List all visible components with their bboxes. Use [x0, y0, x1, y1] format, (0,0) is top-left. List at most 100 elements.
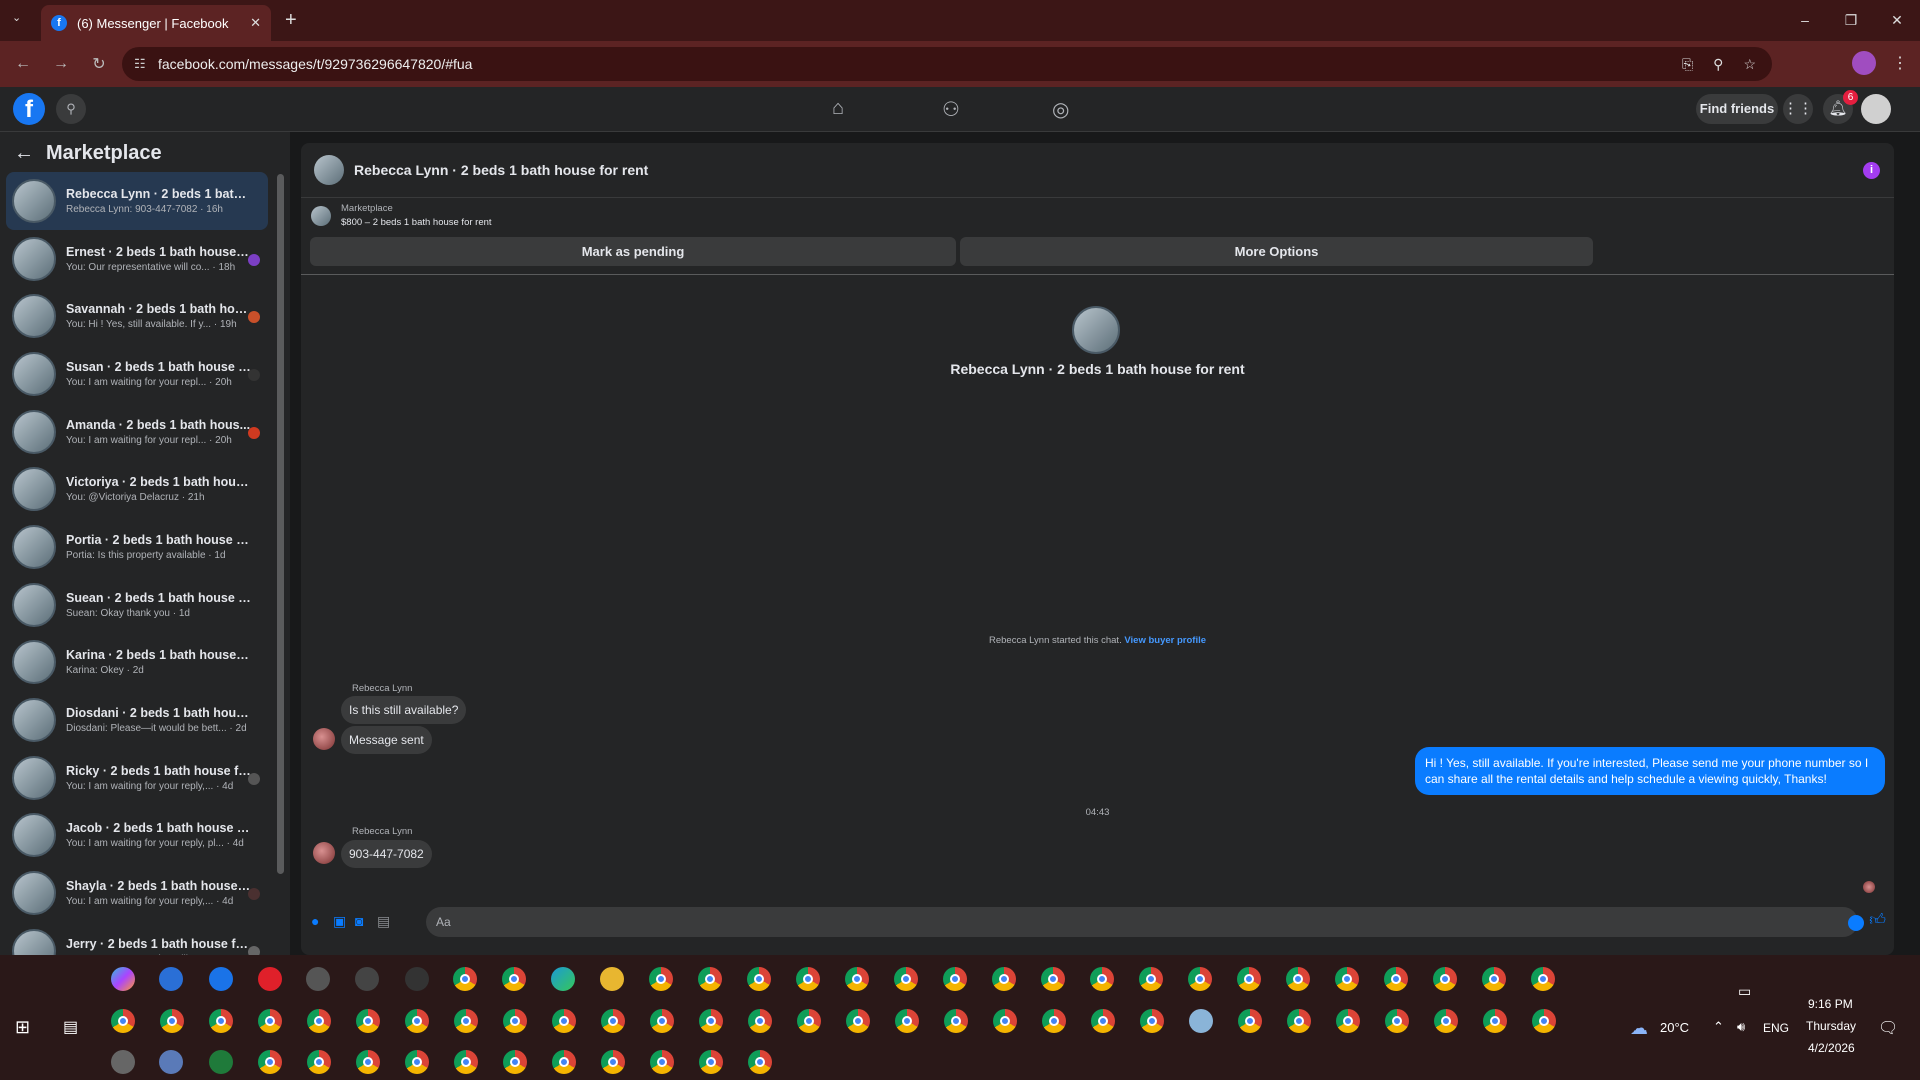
- incoming-message[interactable]: Message sent: [341, 726, 432, 754]
- mark-as-pending-button[interactable]: Mark as pending: [310, 237, 956, 266]
- conversation-item[interactable]: Portia · 2 beds 1 bath house for ... Port…: [6, 518, 268, 576]
- chrome-icon[interactable]: [993, 1009, 1017, 1033]
- message-input[interactable]: Aa: [426, 907, 1858, 937]
- chrome-icon[interactable]: [1237, 967, 1261, 991]
- find-friends-button[interactable]: Find friends: [1696, 94, 1778, 124]
- facebook-logo[interactable]: f: [13, 93, 45, 125]
- conversation-item[interactable]: Victoriya · 2 beds 1 bath house f... You:…: [6, 460, 268, 518]
- sender-avatar[interactable]: [313, 842, 335, 864]
- conversation-item[interactable]: Susan · 2 beds 1 bath house f... You: I a…: [6, 345, 268, 403]
- chrome-icon[interactable]: [111, 1009, 135, 1033]
- chrome-icon[interactable]: [1286, 967, 1310, 991]
- windows-start-icon[interactable]: ⊞: [15, 1017, 30, 1038]
- notepad-icon[interactable]: [1189, 1009, 1213, 1033]
- chrome-icon[interactable]: [1041, 967, 1065, 991]
- chrome-icon[interactable]: [846, 1009, 870, 1033]
- chrome-icon[interactable]: [1483, 1009, 1507, 1033]
- chrome-icon[interactable]: [1384, 967, 1408, 991]
- chrome-icon[interactable]: [748, 1009, 772, 1033]
- more-options-button[interactable]: More Options: [960, 237, 1593, 266]
- conversation-item[interactable]: Suean · 2 beds 1 bath house for ... Suean…: [6, 576, 268, 634]
- weather-cloud-icon[interactable]: ☁: [1630, 1018, 1648, 1039]
- sidebar-scrollbar[interactable]: [277, 174, 284, 874]
- chrome-icon[interactable]: [992, 967, 1016, 991]
- chrome-icon[interactable]: [1091, 1009, 1115, 1033]
- site-info-icon[interactable]: ☷: [134, 56, 146, 72]
- photo-icon[interactable]: ▣: [333, 913, 346, 930]
- tab-search-icon[interactable]: ⌄: [12, 11, 21, 24]
- emoji-icon[interactable]: [1848, 915, 1864, 931]
- chrome-icon[interactable]: [601, 1050, 625, 1074]
- chrome-icon[interactable]: [552, 1009, 576, 1033]
- chrome-icon[interactable]: [649, 967, 673, 991]
- excel-icon[interactable]: [209, 1050, 233, 1074]
- url-bar[interactable]: ☷ facebook.com/messages/t/92973629664782…: [122, 47, 1772, 81]
- chrome-icon[interactable]: [1140, 1009, 1164, 1033]
- file-explorer-icon[interactable]: [600, 967, 624, 991]
- chrome-icon[interactable]: [943, 967, 967, 991]
- chrome-icon[interactable]: [454, 1009, 478, 1033]
- clock-date[interactable]: 4/2/2026: [1808, 1041, 1855, 1055]
- chrome-icon[interactable]: [503, 1050, 527, 1074]
- chrome-icon[interactable]: [698, 967, 722, 991]
- chrome-icon[interactable]: [748, 1050, 772, 1074]
- new-tab-button[interactable]: +: [285, 9, 297, 32]
- zoom-icon[interactable]: ⚲: [1713, 56, 1723, 73]
- install-app-icon[interactable]: ⎘: [1682, 56, 1693, 73]
- minimize-button[interactable]: –: [1782, 0, 1828, 40]
- chatgpt-icon[interactable]: [306, 967, 330, 991]
- conversation-item[interactable]: Ernest · 2 beds 1 bath house f... You: Ou…: [6, 230, 268, 288]
- chrome-icon[interactable]: [1482, 967, 1506, 991]
- chrome-icon[interactable]: [1090, 967, 1114, 991]
- chrome-icon[interactable]: [209, 1009, 233, 1033]
- browser-menu-icon[interactable]: ⋮: [1892, 53, 1908, 73]
- app-icon[interactable]: [159, 1050, 183, 1074]
- language-indicator[interactable]: ENG: [1763, 1021, 1789, 1035]
- chrome-icon[interactable]: [944, 1009, 968, 1033]
- chrome-icon[interactable]: [454, 1050, 478, 1074]
- temperature[interactable]: 20°C: [1660, 1020, 1689, 1035]
- reload-icon[interactable]: ↻: [84, 54, 114, 74]
- chrome-icon[interactable]: [356, 1009, 380, 1033]
- info-icon[interactable]: i: [1863, 162, 1880, 179]
- chrome-icon[interactable]: [502, 967, 526, 991]
- sticker-icon[interactable]: ◙: [355, 913, 363, 929]
- system-tray-display-icon[interactable]: ▭: [1738, 983, 1751, 1000]
- conversation-item[interactable]: Rebecca Lynn · 2 beds 1 bath ho... Rebecc…: [6, 172, 268, 230]
- browser-profile-avatar[interactable]: [1852, 51, 1876, 75]
- page-scrollbar[interactable]: [1908, 90, 1916, 950]
- conversation-item[interactable]: Jacob · 2 beds 1 bath house for ... You: …: [6, 807, 268, 865]
- app-icon[interactable]: [111, 1050, 135, 1074]
- search-icon[interactable]: ⚲: [56, 94, 86, 124]
- chrome-icon[interactable]: [160, 1009, 184, 1033]
- browser-tab[interactable]: f (6) Messenger | Facebook ✕: [41, 5, 271, 41]
- chrome-icon[interactable]: [405, 1050, 429, 1074]
- chrome-icon[interactable]: [307, 1050, 331, 1074]
- chrome-icon[interactable]: [1385, 1009, 1409, 1033]
- microphone-icon[interactable]: ●: [311, 913, 319, 929]
- task-view-icon[interactable]: ▤: [63, 1017, 78, 1037]
- notification-center-icon[interactable]: 🗨︎: [1878, 1018, 1898, 1038]
- gif-icon[interactable]: ▤: [377, 913, 390, 930]
- outgoing-message[interactable]: Hi ! Yes, still available. If you're int…: [1415, 747, 1885, 795]
- copilot-icon[interactable]: [111, 967, 135, 991]
- conversation-item[interactable]: Karina · 2 beds 1 bath house for... Karin…: [6, 634, 268, 692]
- home-icon[interactable]: ⌂: [832, 97, 844, 120]
- security-icon[interactable]: [405, 967, 429, 991]
- chrome-icon[interactable]: [1238, 1009, 1262, 1033]
- back-icon[interactable]: ←: [8, 55, 38, 73]
- chrome-icon[interactable]: [797, 1009, 821, 1033]
- view-buyer-profile-link[interactable]: View buyer profile: [1124, 635, 1206, 646]
- chrome-icon[interactable]: [699, 1050, 723, 1074]
- back-arrow-icon[interactable]: ←: [14, 142, 34, 165]
- chrome-icon[interactable]: [1042, 1009, 1066, 1033]
- chrome-icon[interactable]: [552, 1050, 576, 1074]
- incoming-message[interactable]: Is this still available?: [341, 696, 467, 724]
- chrome-icon[interactable]: [650, 1009, 674, 1033]
- chrome-icon[interactable]: [453, 967, 477, 991]
- chrome-icon[interactable]: [1531, 967, 1555, 991]
- listing-summary[interactable]: Marketplace $800 – 2 beds 1 bath house f…: [311, 203, 492, 228]
- restore-button[interactable]: ❐: [1828, 0, 1874, 40]
- edge-icon[interactable]: [551, 967, 575, 991]
- chrome-icon[interactable]: [405, 1009, 429, 1033]
